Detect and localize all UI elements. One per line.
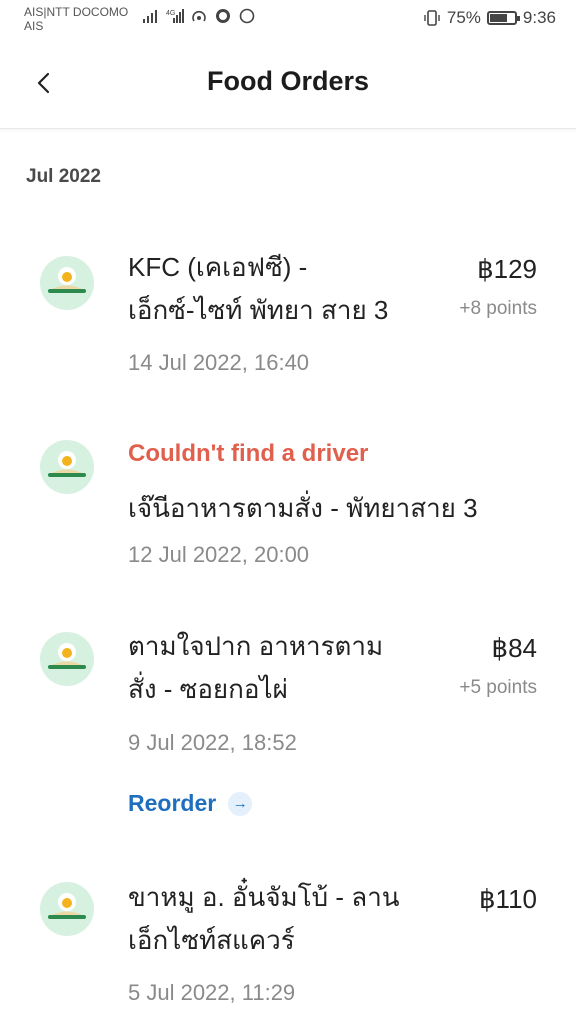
restaurant-name: ตามใจปาก อาหารตาม สั่ง - ซอยกอไผ่ xyxy=(128,631,384,704)
order-date: 9 Jul 2022, 18:52 xyxy=(128,730,297,755)
status-icons: 4G xyxy=(142,8,256,24)
carrier-line-1: AIS|NTT DOCOMO xyxy=(24,5,129,19)
timer-icon xyxy=(216,9,230,23)
battery-fill xyxy=(489,14,508,22)
page-title: Food Orders xyxy=(206,66,369,96)
battery-percent: 75% xyxy=(446,8,481,27)
carrier-info: AIS|NTT DOCOMO AIS xyxy=(24,5,128,33)
order-date: 14 Jul 2022, 16:40 xyxy=(128,350,310,375)
reorder-label: Reorder xyxy=(128,790,217,816)
food-plate-icon xyxy=(40,440,94,494)
order-price: ฿84 xyxy=(491,633,537,663)
order-points: +5 points xyxy=(459,677,537,698)
battery-icon xyxy=(486,11,520,25)
signal-icon xyxy=(143,10,157,23)
restaurant-name: KFC (เคเอฟซี) - เอ็กซ์-ไซท์ พัทยา สาย 3 xyxy=(128,252,389,325)
signal-4g-icon: 4G xyxy=(166,9,184,23)
status-bar: AIS|NTT DOCOMO AIS 4G 75% 9:36 xyxy=(0,0,576,40)
order-price: ฿110 xyxy=(479,884,537,914)
order-status: Couldn't find a driver xyxy=(128,440,369,467)
order-date: 12 Jul 2022, 20:00 xyxy=(128,542,310,567)
restaurant-name: เจ๊นีอาหารตามสั่ง - พัทยาสาย 3 xyxy=(128,493,478,523)
month-heading: Jul 2022 xyxy=(26,166,101,187)
svg-text:4G: 4G xyxy=(166,10,175,17)
order-date: 5 Jul 2022, 11:29 xyxy=(128,980,296,1005)
order-price: ฿129 xyxy=(477,254,537,284)
order-points: +8 points xyxy=(459,298,537,319)
vibrate-icon xyxy=(424,10,440,26)
carrier-line-2: AIS xyxy=(24,19,44,33)
arrow-right-icon: → xyxy=(228,791,253,816)
status-right: 75% 9:36 xyxy=(423,8,556,28)
sync-icon xyxy=(239,8,255,24)
hotspot-icon xyxy=(192,10,206,22)
order-item[interactable]: ตามใจปาก อาหารตาม สั่ง - ซอยกอไผ่ ฿84 +5… xyxy=(0,620,576,760)
app-header: Food Orders xyxy=(0,40,576,129)
order-item[interactable]: ขาหมู อ. อั๋นจัมโบ้ - ลาน เอ็กไซท์สแควร์… xyxy=(0,870,576,1024)
order-item[interactable]: KFC (เคเอฟซี) - เอ็กซ์-ไซท์ พัทยา สาย 3 … xyxy=(0,240,576,390)
reorder-button[interactable]: Reorder → xyxy=(128,790,253,817)
food-plate-icon xyxy=(40,632,94,686)
order-item[interactable]: Couldn't find a driver เจ๊นีอาหารตามสั่ง… xyxy=(0,430,576,580)
clock: 9:36 xyxy=(522,8,556,27)
food-plate-icon xyxy=(40,882,94,936)
restaurant-name: ขาหมู อ. อั๋นจัมโบ้ - ลาน เอ็กไซท์สแควร์ xyxy=(128,882,400,955)
food-plate-icon xyxy=(40,256,94,310)
